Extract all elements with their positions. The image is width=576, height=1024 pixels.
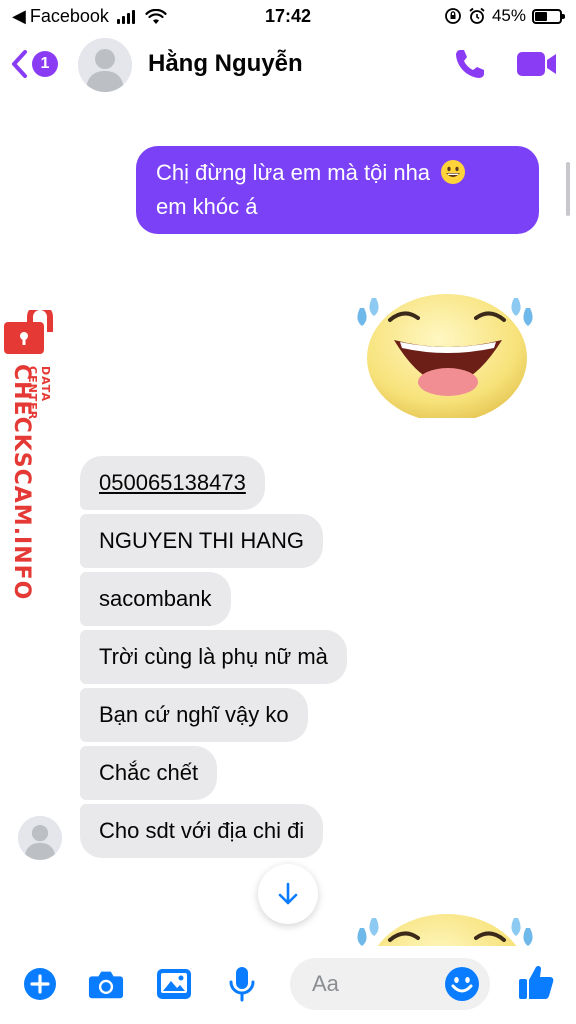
emoji-button[interactable] <box>444 966 480 1002</box>
plus-circle-icon <box>24 968 56 1000</box>
grinning-emoji-icon <box>441 160 466 184</box>
battery-icon <box>532 8 565 24</box>
jump-to-latest-button[interactable] <box>258 864 318 924</box>
watermark-subtext: DATA CENTER <box>26 366 52 421</box>
incoming-message[interactable]: Trời cùng là phụ nữ mà <box>80 630 347 684</box>
chat-thread[interactable]: Chị đừng lừa em mà tội nha em khóc á 050… <box>0 98 576 946</box>
video-camera-icon <box>517 52 556 76</box>
orientation-lock-icon <box>445 8 461 24</box>
incoming-message[interactable]: Chắc chết <box>80 746 218 800</box>
message-text: Trời cùng là phụ nữ mà <box>99 644 328 669</box>
smiley-icon <box>445 967 479 1001</box>
message-text: Bạn cứ nghĩ vậy ko <box>99 702 289 727</box>
default-avatar-icon <box>18 816 62 860</box>
message-text: Cho sdt với địa chi đi <box>99 818 305 843</box>
default-avatar-icon <box>78 38 132 92</box>
checkscam-watermark: CHECKSCAM.INFO DATA CENTER <box>4 310 64 600</box>
gallery-button[interactable] <box>156 966 192 1002</box>
image-icon <box>157 969 191 999</box>
incoming-message[interactable]: sacombank <box>80 572 231 626</box>
thumbs-up-icon <box>519 965 554 999</box>
like-button[interactable] <box>516 962 556 1002</box>
padlock-logo-icon <box>4 310 53 354</box>
message-text: NGUYEN THI HANG <box>99 528 304 553</box>
message-text: sacombank <box>99 586 212 611</box>
sender-avatar[interactable] <box>18 816 62 860</box>
outgoing-message[interactable]: Chị đừng lừa em mà tội nha em khóc á <box>136 146 539 234</box>
outgoing-message-line2: em khóc á <box>156 194 258 219</box>
battery-percent: 45% <box>491 6 526 25</box>
unread-badge: 1 <box>32 51 58 77</box>
incoming-message[interactable]: Cho sdt với địa chi đi <box>80 804 324 858</box>
camera-icon <box>88 971 124 999</box>
contact-avatar[interactable] <box>78 38 132 92</box>
incoming-message[interactable]: Bạn cứ nghĩ vậy ko <box>80 688 308 742</box>
phone-icon <box>456 50 484 78</box>
outgoing-message-line1: Chị đừng lừa em mà tội nha <box>156 160 431 185</box>
incoming-message[interactable]: 050065138473 <box>80 456 265 510</box>
phone-number-link[interactable]: 050065138473 <box>99 470 246 495</box>
chat-header: 1 Hằng Nguyễn <box>0 32 576 98</box>
chevron-left-icon <box>12 50 27 78</box>
incoming-message[interactable]: NGUYEN THI HANG <box>80 514 323 568</box>
arrow-down-icon <box>278 882 298 905</box>
message-input[interactable] <box>312 971 432 997</box>
voice-message-button[interactable] <box>224 966 260 1002</box>
back-button[interactable]: 1 <box>10 48 58 80</box>
message-text: Chắc chết <box>99 760 199 785</box>
message-composer <box>0 946 576 1024</box>
alarm-icon <box>469 7 485 24</box>
camera-button[interactable] <box>88 966 124 1002</box>
video-call-button[interactable] <box>516 50 558 83</box>
laughing-sticker[interactable] <box>352 278 542 418</box>
voice-call-button[interactable] <box>452 46 488 87</box>
laughing-sticker[interactable] <box>352 898 542 946</box>
scroll-indicator[interactable] <box>566 162 570 216</box>
message-input-field[interactable] <box>290 958 490 1010</box>
more-actions-button[interactable] <box>22 966 58 1002</box>
contact-name[interactable]: Hằng Nguyễn <box>148 50 303 78</box>
microphone-icon <box>229 967 255 1002</box>
sticker-partial-top[interactable] <box>380 98 530 120</box>
status-bar: ◀ Facebook 17:42 45% <box>0 0 576 32</box>
